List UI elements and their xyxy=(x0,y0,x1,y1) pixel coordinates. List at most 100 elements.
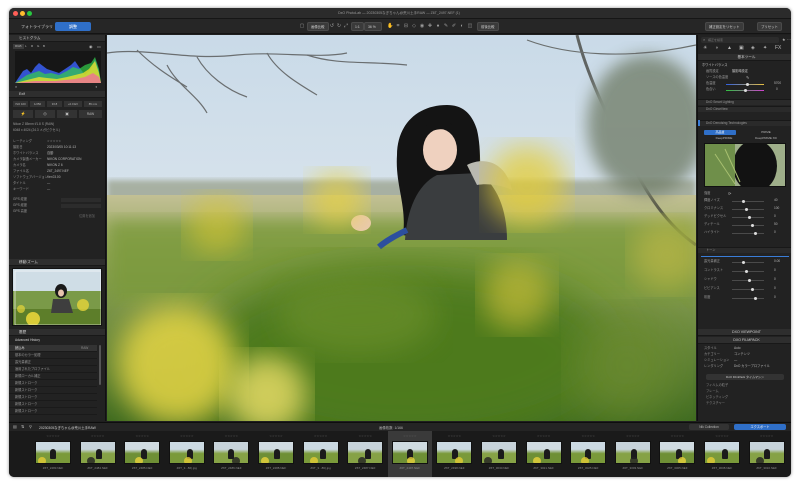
denoise-preview[interactable] xyxy=(704,143,786,187)
denoise-mode-deepprime-xd[interactable]: DeepPRIME XD xyxy=(746,136,786,141)
denoise-slider-value[interactable]: 40 xyxy=(774,198,778,203)
before-after-button[interactable]: 前後比較 xyxy=(477,22,499,31)
history-item[interactable]: 新規ローカル補正 xyxy=(9,373,97,380)
metadata-value[interactable]: — xyxy=(47,187,50,192)
navigator-header[interactable]: 移動/ズーム xyxy=(9,259,105,266)
thumbnail-stars[interactable]: ☆☆☆☆☆ xyxy=(655,434,699,438)
history-item[interactable]: 新規ストローク xyxy=(9,380,97,387)
essential-tools-header[interactable]: 基本ツール xyxy=(698,54,791,61)
history-item[interactable]: 新規ストローク xyxy=(9,408,97,415)
denoise-slider-slider[interactable] xyxy=(732,223,764,227)
wb-preset-value[interactable]: 撮影時設定 xyxy=(732,69,748,74)
thumbnail[interactable]: ☆☆☆☆☆ Z6T_3005.NEF xyxy=(655,431,699,477)
denoise-mode-hq[interactable]: 高品質 xyxy=(704,130,736,135)
denoise-slider-slider[interactable] xyxy=(732,231,764,235)
filmpack-extra-item[interactable]: フィルムの粒子 xyxy=(706,383,786,388)
histogram-tab-l[interactable]: L xyxy=(23,44,29,49)
exif-header[interactable]: Exif xyxy=(9,91,105,98)
thumbnail-stars[interactable]: ☆☆☆☆☆ xyxy=(254,434,298,438)
filmpack-extra-item[interactable]: ビネッティング xyxy=(706,395,786,400)
filmpack-extra-item[interactable]: テクスチャー xyxy=(706,401,786,406)
metadata-value[interactable]: Ver.03.00 xyxy=(47,175,60,180)
effects-palette-icon[interactable]: ✦ xyxy=(763,45,767,51)
thumbnail-stars[interactable]: ☆☆☆☆☆ xyxy=(209,434,253,438)
metadata-value[interactable]: NIKON Z 6 xyxy=(47,163,63,168)
thumbnail[interactable]: ☆☆☆☆☆ Z6T_2487.NEF xyxy=(343,431,387,477)
tone-slider-knob[interactable] xyxy=(742,260,745,264)
local-palette-icon[interactable]: ◈ xyxy=(751,45,755,51)
thumbnail[interactable]: ☆☆☆☆☆ Z6T_2497.NEF xyxy=(387,431,432,477)
main-image-viewer[interactable] xyxy=(107,35,696,421)
tone-slider-knob[interactable] xyxy=(745,269,748,273)
crop-icon[interactable]: ⌗ xyxy=(395,23,401,30)
rotate-left-icon[interactable]: ↺ xyxy=(329,23,335,30)
gps-add-location[interactable]: 位置を追加 xyxy=(79,214,103,219)
thumbnail[interactable]: ☆☆☆☆☆ Z6T_2488.NEF xyxy=(254,431,298,477)
eyedropper-icon[interactable]: ✎ xyxy=(746,75,749,80)
tool-clearview[interactable]: DxO ClearView xyxy=(698,106,791,112)
thumbnail-stars[interactable]: ☆☆☆☆☆ xyxy=(31,434,75,438)
thumbnail-stars[interactable]: ☆☆☆☆☆ xyxy=(388,434,432,438)
denoise-slider-knob[interactable] xyxy=(745,207,748,211)
tool-denoising[interactable]: DxO Denoising Technologies xyxy=(698,120,791,126)
filmpack-row-value[interactable]: コンテンツ xyxy=(734,352,750,357)
history-mode[interactable]: Advanced History xyxy=(15,338,101,343)
history-item[interactable]: 適用されたプロファイル xyxy=(9,366,97,373)
filter-icon[interactable]: ⚲ xyxy=(29,424,32,429)
redeye-icon[interactable]: ◉ xyxy=(419,23,425,30)
thumbnail-stars[interactable]: ☆☆☆☆☆ xyxy=(165,434,209,438)
history-item[interactable]: 新規ストローク xyxy=(9,387,97,394)
gps-longitude-field[interactable] xyxy=(61,203,101,208)
star-icon[interactable]: ★ xyxy=(782,37,786,43)
picker-icon[interactable]: ✐ xyxy=(451,23,457,30)
detail-palette-icon[interactable]: ▲ xyxy=(727,45,732,51)
denoise-slider-knob[interactable] xyxy=(754,231,757,235)
filmpack-header[interactable]: DXO FILMPACK xyxy=(698,337,791,344)
tab-photo-library[interactable]: フォトライブラリ xyxy=(15,22,59,31)
thumbnail[interactable]: ☆☆☆☆☆ Z6T_2485.NEF xyxy=(120,431,164,477)
thumbnail-stars[interactable]: ☆☆☆☆☆ xyxy=(120,434,164,438)
light-palette-icon[interactable]: ☀ xyxy=(703,45,707,51)
denoise-slider-knob[interactable] xyxy=(742,199,745,203)
thumbnail[interactable]: ☆☆☆☆☆ Z6T_3025.NEF xyxy=(566,431,610,477)
thumbnail[interactable]: ☆☆☆☆☆ Z6T_3010.NEF xyxy=(745,431,789,477)
denoise-slider-value[interactable]: 50 xyxy=(774,222,778,227)
temperature-value[interactable]: 5700 xyxy=(774,81,781,86)
thumbnail-stars[interactable]: ☆☆☆☆☆ xyxy=(700,434,744,438)
thumbnail-stars[interactable]: ☆☆☆☆☆ xyxy=(432,434,476,438)
eye-icon[interactable]: ◉ xyxy=(89,44,93,49)
denoise-mode-deepprime[interactable]: DeepPRIME xyxy=(704,136,744,141)
metadata-value[interactable]: ☆☆☆☆☆ xyxy=(47,139,61,144)
geometry-palette-icon[interactable]: ▣ xyxy=(739,45,744,51)
history-item[interactable]: 基本のカラー処理 xyxy=(9,352,97,359)
thumbnail-stars[interactable]: ☆☆☆☆☆ xyxy=(745,434,789,438)
denoise-slider-slider[interactable] xyxy=(732,215,764,219)
metadata-value[interactable]: Z6T_2497.NEF xyxy=(47,169,69,174)
filmpack-extra-item[interactable]: フレーム xyxy=(706,389,786,394)
thumbnail-stars[interactable]: ☆☆☆☆☆ xyxy=(611,434,655,438)
perspective-icon[interactable]: ◇ xyxy=(411,23,417,30)
zoom-one-to-one-button[interactable]: 1:1 xyxy=(351,22,364,31)
filmpack-row-value[interactable]: DxO カラープロファイル xyxy=(734,364,770,369)
thumbnail[interactable]: ☆☆☆☆☆ Z6T_3008.NEF xyxy=(700,431,744,477)
highlight-clip-icon[interactable]: ◖ xyxy=(95,84,97,89)
denoise-slider-slider[interactable] xyxy=(732,207,764,211)
denoise-slider-value[interactable]: 0 xyxy=(774,214,776,219)
zoom-select[interactable]: 36 % xyxy=(364,22,382,31)
reset-corrections-button[interactable]: 補正設定をリセット xyxy=(705,22,744,31)
thumbnail-stars[interactable]: ☆☆☆☆☆ xyxy=(566,434,610,438)
denoise-slider-value[interactable]: 100 xyxy=(774,206,779,211)
thumbnail[interactable]: ☆☆☆☆☆ Z6T_2498.NEF xyxy=(432,431,476,477)
thumbnail[interactable]: ☆☆☆☆☆ Z6T_3030.NEF xyxy=(477,431,521,477)
tool-smart-lighting[interactable]: DxO Smart Lighting xyxy=(698,99,791,105)
thumbnail-stars[interactable]: ☆☆☆☆☆ xyxy=(522,434,566,438)
thumbnail[interactable]: ☆☆☆☆☆ Z6T_3003.NEF xyxy=(611,431,655,477)
thumbnail[interactable]: ☆☆☆☆☆ Z6T_3...86).jpg xyxy=(165,431,209,477)
history-item[interactable]: 読込み RAW xyxy=(9,345,97,352)
filmstrip-toggle-icon[interactable]: ▤ xyxy=(13,424,17,429)
sort-icon[interactable]: ⇅ xyxy=(21,424,24,429)
denoise-slider-slider[interactable] xyxy=(732,199,764,203)
watermark-palette-icon[interactable]: FX xyxy=(775,45,781,51)
history-header[interactable]: 履歴 xyxy=(9,329,105,336)
metadata-value[interactable]: 自動 xyxy=(47,151,53,156)
